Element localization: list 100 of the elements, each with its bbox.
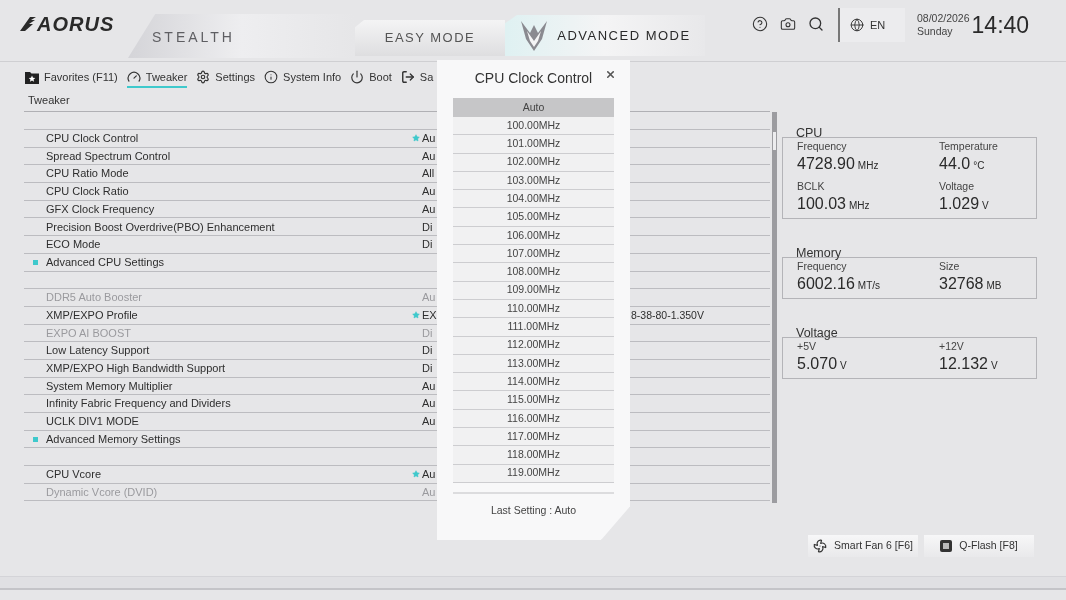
setting-value[interactable]: Au — [422, 468, 436, 481]
setting-value[interactable]: Au — [422, 149, 436, 162]
search-icon[interactable] — [808, 16, 824, 32]
exit-icon — [400, 70, 415, 84]
setting-label: XMP/EXPO High Bandwidth Support — [46, 362, 226, 375]
camera-icon[interactable] — [780, 16, 796, 32]
settings-icon — [196, 70, 211, 84]
fan-icon — [813, 539, 828, 553]
nav-tab[interactable]: Tweaker — [126, 68, 188, 88]
brand-logo: AORUS — [37, 14, 115, 34]
option-item[interactable]: 117.00MHz — [453, 428, 614, 447]
nav-tab[interactable]: System Info — [264, 68, 342, 88]
reading-label: Size — [939, 260, 961, 273]
setting-value-tail: 8-38-80-1.350V — [631, 308, 704, 321]
reading-value: 1.029 V — [939, 194, 990, 214]
option-item[interactable]: 101.00MHz — [453, 135, 614, 154]
wing-icon — [20, 17, 36, 31]
monitor-section-title: Voltage — [796, 326, 838, 340]
scrollbar-thumb[interactable] — [773, 132, 776, 150]
star-folder-icon — [25, 70, 39, 84]
setting-value[interactable]: Di — [422, 238, 433, 251]
mode-tab[interactable]: EASY MODE — [355, 20, 505, 56]
option-item[interactable]: 115.00MHz — [453, 391, 614, 410]
reading-label: Voltage — [939, 180, 976, 193]
option-item[interactable]: 108.00MHz — [453, 263, 614, 282]
help-icon[interactable] — [752, 16, 768, 32]
option-item[interactable]: 104.00MHz — [453, 190, 614, 209]
power-icon — [350, 70, 365, 84]
setting-value[interactable]: EX — [422, 308, 437, 321]
setting-value[interactable]: Au — [422, 379, 436, 392]
setting-label: Spread Spectrum Control — [46, 149, 171, 162]
nav-tab[interactable]: Boot — [350, 68, 392, 88]
nav-tab[interactable]: Sa — [400, 68, 434, 88]
monitor-section-title: Memory — [796, 246, 842, 260]
reading-label: +5V — [797, 340, 817, 353]
gauge-icon — [126, 70, 141, 84]
reading-value: 4728.90 MHz — [797, 154, 880, 174]
close-icon[interactable] — [605, 69, 616, 80]
submenu-link[interactable]: Advanced CPU Settings — [46, 253, 164, 271]
reading-label: Frequency — [797, 260, 848, 273]
setting-label: CPU Vcore — [46, 468, 102, 481]
setting-value[interactable]: Au — [422, 397, 436, 410]
setting-label: GFX Clock Frequency — [46, 202, 155, 215]
setting-label: Dynamic Vcore (DVID) — [46, 485, 158, 498]
breadcrumb: Tweaker — [28, 92, 70, 108]
setting-value[interactable]: Di — [422, 362, 433, 375]
setting-value[interactable]: Au — [422, 415, 436, 428]
reading-value: 44.0 °C — [939, 154, 986, 174]
submenu-bullet-icon — [32, 436, 38, 442]
setting-label: CPU Clock Control — [46, 132, 139, 145]
shortcut-button[interactable]: Q-Flash [F8] — [924, 535, 1034, 557]
date-text: 08/02/2026 — [917, 12, 970, 25]
nav-tab[interactable]: Favorites (F11) — [25, 68, 118, 88]
setting-label: Infinity Fabric Frequency and Dividers — [46, 397, 231, 410]
reading-label: +12V — [939, 340, 965, 353]
reading-label: Temperature — [939, 140, 999, 153]
setting-label: ECO Mode — [46, 238, 101, 251]
reading-value: 5.070 V — [797, 354, 848, 374]
option-item[interactable]: 100.00MHz — [453, 117, 614, 136]
setting-value[interactable]: Di — [422, 344, 433, 357]
setting-label: EXPO AI BOOST — [46, 326, 131, 339]
shortcut-button[interactable]: Smart Fan 6 [F6] — [808, 535, 918, 557]
setting-label: Low Latency Support — [46, 344, 150, 357]
reading-label: BCLK — [797, 180, 826, 193]
setting-label: CPU Ratio Mode — [46, 167, 129, 180]
option-item[interactable]: 105.00MHz — [453, 208, 614, 227]
nav-tab[interactable]: Settings — [196, 68, 256, 88]
scrollbar-track[interactable] — [772, 112, 777, 503]
reading-value: 6002.16 MT/s — [797, 274, 882, 294]
submenu-link[interactable]: Advanced Memory Settings — [46, 430, 181, 448]
reading-label: Frequency — [797, 140, 848, 153]
setting-label: Precision Boost Overdrive(PBO) Enhancement — [46, 220, 275, 233]
setting-value[interactable]: Au — [422, 132, 436, 145]
weekday-text: Sunday — [917, 25, 954, 38]
option-item[interactable]: 107.00MHz — [453, 245, 614, 264]
dialog-title: CPU Clock Control — [474, 68, 593, 88]
edition-label: STEALTH — [152, 27, 235, 47]
setting-label: XMP/EXPO Profile — [46, 308, 138, 321]
setting-value[interactable]: Au — [422, 185, 436, 198]
setting-label: System Memory Multiplier — [46, 379, 173, 392]
option-item[interactable]: Auto — [453, 98, 614, 117]
reading-value: 12.132 V — [939, 354, 999, 374]
chip-icon — [940, 540, 953, 552]
reading-value: 32768 MB — [939, 274, 1003, 294]
language-button[interactable]: EN — [838, 8, 905, 42]
option-item[interactable]: 111.00MHz — [453, 318, 614, 337]
last-setting-text: Last Setting : Auto — [490, 502, 577, 518]
setting-label: CPU Clock Ratio — [46, 185, 129, 198]
setting-value[interactable]: Au — [422, 202, 436, 215]
reading-value: 100.03 MHz — [797, 194, 871, 214]
monitor-section-title: CPU — [796, 126, 823, 140]
setting-value[interactable]: Di — [422, 220, 433, 233]
option-item[interactable]: 114.00MHz — [453, 373, 614, 392]
submenu-bullet-icon — [32, 259, 38, 265]
setting-value[interactable]: All — [422, 167, 435, 180]
info-icon — [264, 70, 279, 84]
option-item[interactable]: 118.00MHz — [453, 446, 614, 465]
globe-icon — [850, 18, 864, 32]
clock-time: 14:40 — [971, 12, 1030, 39]
setting-label: UCLK DIV1 MODE — [46, 415, 139, 428]
